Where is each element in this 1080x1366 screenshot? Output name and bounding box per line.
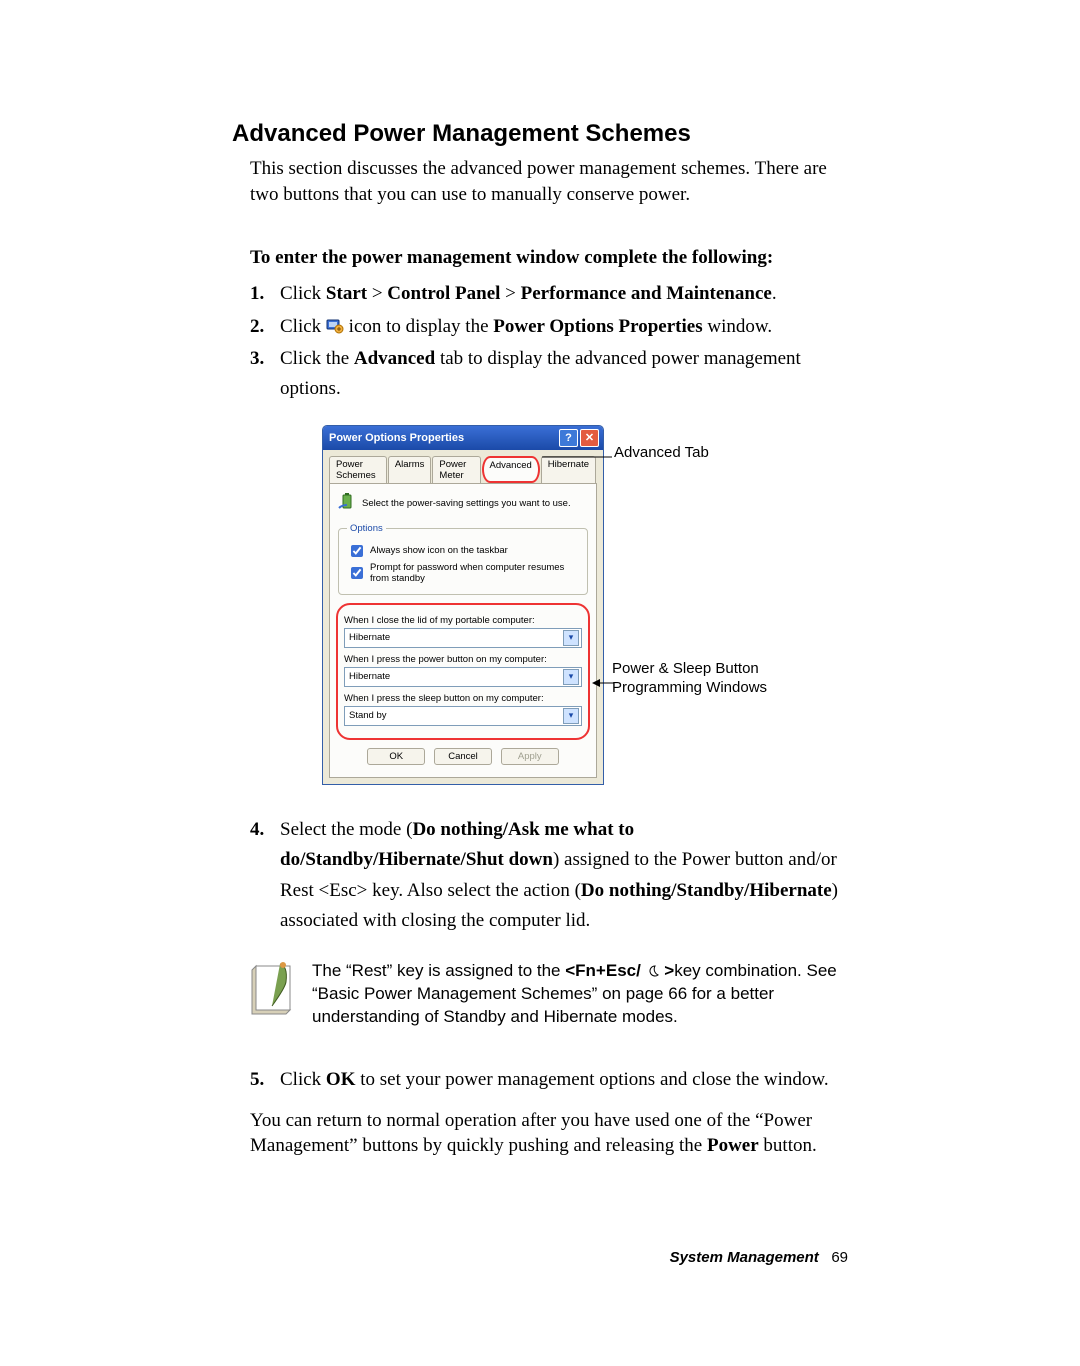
sleep-button-label: When I press the sleep button on my comp… [344, 693, 582, 704]
checkbox-show-icon[interactable]: Always show icon on the taskbar [347, 542, 579, 560]
step-2: 2. Click icon to display the Power Optio… [250, 312, 850, 342]
chevron-down-icon: ▾ [563, 708, 579, 724]
chevron-down-icon: ▾ [563, 630, 579, 646]
sleep-button-dropdown[interactable]: Stand by ▾ [344, 706, 582, 726]
step-3: 3. Click the Advanced tab to display the… [250, 344, 850, 405]
moon-icon [646, 962, 660, 976]
options-legend: Options [347, 523, 386, 534]
callout-power-sleep-button: Power & Sleep Button Programming Windows [612, 659, 792, 698]
dialog-title: Power Options Properties [329, 432, 464, 444]
tab-power-schemes[interactable]: Power Schemes [329, 456, 387, 483]
checkbox-prompt-password[interactable]: Prompt for password when computer resume… [347, 562, 579, 584]
ok-button[interactable]: OK [367, 748, 425, 765]
power-options-dialog: Power Options Properties ? ✕ Power Schem… [322, 425, 604, 785]
lid-close-label: When I close the lid of my portable comp… [344, 615, 582, 626]
step-number: 3. [250, 344, 280, 405]
power-button-label: When I press the power button on my comp… [344, 654, 582, 665]
step-1: 1. Click Start > Control Panel > Perform… [250, 279, 850, 309]
battery-icon [338, 492, 362, 515]
note-icon [250, 960, 296, 1029]
power-options-icon [326, 315, 344, 333]
dialog-figure: Power Options Properties ? ✕ Power Schem… [322, 425, 782, 785]
note-block: The “Rest” key is assigned to the <Fn+Es… [250, 960, 850, 1029]
step-number: 2. [250, 312, 280, 342]
checkbox-input[interactable] [351, 545, 363, 557]
tab-power-meter[interactable]: Power Meter [432, 456, 480, 483]
step-number: 4. [250, 815, 280, 937]
options-group: Options Always show icon on the taskbar … [338, 523, 588, 595]
step-number: 5. [250, 1065, 280, 1095]
lid-close-dropdown[interactable]: Hibernate ▾ [344, 628, 582, 648]
intro-paragraph: This section discusses the advanced powe… [250, 156, 850, 207]
section-title: Advanced Power Management Schemes [232, 120, 850, 148]
tab-advanced[interactable]: Advanced [482, 456, 540, 483]
dialog-tip: Select the power-saving settings you wan… [338, 492, 588, 515]
power-buttons-group: When I close the lid of my portable comp… [336, 603, 590, 740]
procedure-heading: To enter the power management window com… [250, 247, 850, 269]
checkbox-input[interactable] [351, 567, 363, 579]
step-5: 5. Click OK to set your power management… [250, 1065, 850, 1095]
close-button[interactable]: ✕ [580, 429, 599, 447]
apply-button[interactable]: Apply [501, 748, 559, 765]
help-button[interactable]: ? [559, 429, 578, 447]
power-button-dropdown[interactable]: Hibernate ▾ [344, 667, 582, 687]
step-4: 4. Select the mode (Do nothing/Ask me wh… [250, 815, 850, 937]
step-number: 1. [250, 279, 280, 309]
page-footer: System Management 69 [232, 1249, 850, 1266]
closing-paragraph: You can return to normal operation after… [250, 1108, 850, 1159]
chevron-down-icon: ▾ [563, 669, 579, 685]
tab-alarms[interactable]: Alarms [388, 456, 432, 483]
cancel-button[interactable]: Cancel [434, 748, 492, 765]
callout-advanced-tab: Advanced Tab [614, 443, 709, 463]
